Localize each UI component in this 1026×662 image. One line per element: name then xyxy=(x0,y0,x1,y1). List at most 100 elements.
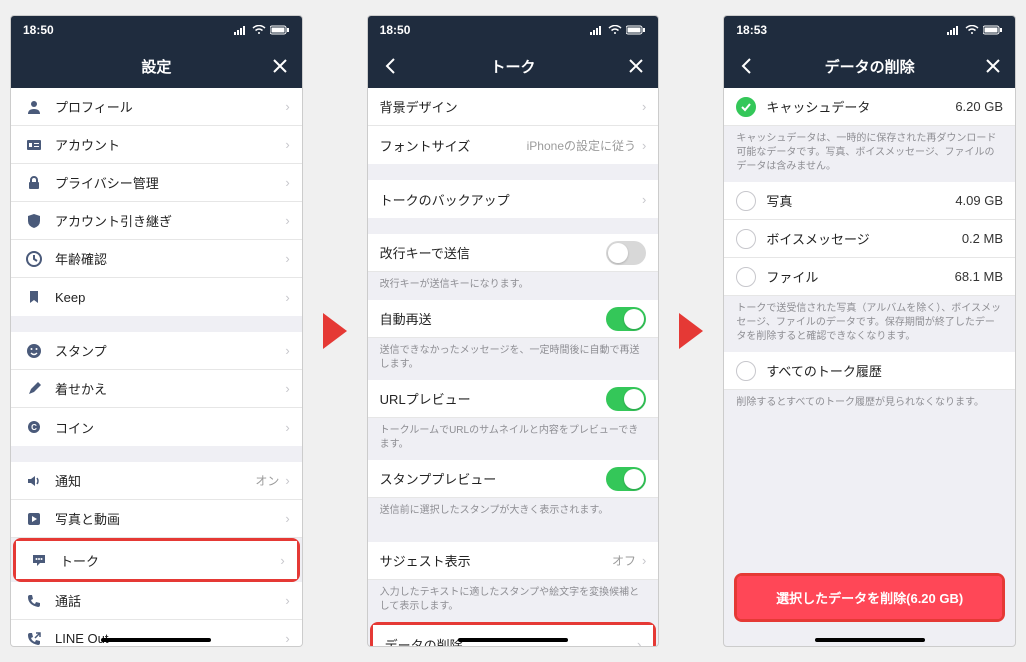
wifi-icon xyxy=(608,25,622,35)
close-icon[interactable] xyxy=(614,44,658,88)
list-item[interactable]: トーク› xyxy=(16,541,297,579)
list-item-label: トーク xyxy=(60,551,280,570)
list-item-label: Keep xyxy=(55,290,285,305)
list-item-label: アカウント xyxy=(55,135,285,154)
chat-icon xyxy=(28,552,50,568)
back-icon[interactable] xyxy=(368,44,412,88)
toggle-auto-resend[interactable] xyxy=(606,307,646,331)
list-item-label: プロフィール xyxy=(55,97,285,116)
chevron-right-icon: › xyxy=(285,290,289,305)
chevron-right-icon: › xyxy=(285,99,289,114)
signal-icon xyxy=(947,25,961,35)
battery-icon xyxy=(270,25,290,35)
desc-all-history: 削除するとすべてのトーク履歴が見られなくなります。 xyxy=(724,390,1015,418)
row-all-history[interactable]: すべてのトーク履歴 xyxy=(724,352,1015,390)
chevron-right-icon: › xyxy=(285,137,289,152)
toggle-url-preview[interactable] xyxy=(606,387,646,411)
list-item[interactable]: 写真と動画› xyxy=(11,500,302,538)
chevron-right-icon: › xyxy=(285,420,289,435)
status-bar: 18:50 xyxy=(11,16,302,44)
chevron-right-icon: › xyxy=(642,138,646,153)
signal-icon xyxy=(590,25,604,35)
coin-icon: C xyxy=(23,419,45,435)
row-backup[interactable]: トークのバックアップ › xyxy=(368,180,659,218)
arrow-right-icon xyxy=(679,313,703,349)
toggle-stamp-preview[interactable] xyxy=(606,467,646,491)
clock: 18:53 xyxy=(736,23,767,37)
list-item[interactable]: アカウント› xyxy=(11,126,302,164)
chevron-right-icon: › xyxy=(285,251,289,266)
row-url-preview[interactable]: URLプレビュー xyxy=(368,380,659,418)
chevron-right-icon: › xyxy=(637,637,641,647)
toggle-enter-send[interactable] xyxy=(606,241,646,265)
list-item[interactable]: 通知オン› xyxy=(11,462,302,500)
wifi-icon xyxy=(252,25,266,35)
row-cache[interactable]: キャッシュデータ 6.20 GB xyxy=(724,88,1015,126)
battery-icon xyxy=(983,25,1003,35)
row-auto-resend[interactable]: 自動再送 xyxy=(368,300,659,338)
chevron-right-icon: › xyxy=(285,175,289,190)
list-item-label: 着せかえ xyxy=(55,379,285,398)
list-item[interactable]: プライバシー管理› xyxy=(11,164,302,202)
list-item[interactable]: プロフィール› xyxy=(11,88,302,126)
age-icon xyxy=(23,251,45,267)
checkbox-cache[interactable] xyxy=(736,97,756,117)
row-suggest[interactable]: サジェスト表示 オフ › xyxy=(368,542,659,580)
list-item[interactable]: Keep› xyxy=(11,278,302,316)
phone-icon xyxy=(23,593,45,609)
desc-url-preview: トークルームでURLのサムネイルと内容をプレビューできます。 xyxy=(368,418,659,460)
navbar: 設定 xyxy=(11,44,302,88)
settings-list[interactable]: プロフィール›アカウント›プライバシー管理›アカウント引き継ぎ›年齢確認›Kee… xyxy=(11,88,302,646)
list-item[interactable]: アカウント引き継ぎ› xyxy=(11,202,302,240)
lock-icon xyxy=(23,175,45,191)
list-item[interactable]: スタンプ› xyxy=(11,332,302,370)
list-item[interactable]: 通話› xyxy=(11,582,302,620)
list-item[interactable]: Cコイン› xyxy=(11,408,302,446)
close-icon[interactable] xyxy=(971,44,1015,88)
checkbox-files[interactable] xyxy=(736,267,756,287)
delete-data-list[interactable]: キャッシュデータ 6.20 GB キャッシュデータは、一時的に保存された再ダウン… xyxy=(724,88,1015,646)
status-bar: 18:50 xyxy=(368,16,659,44)
list-item-label: スタンプ xyxy=(55,341,285,360)
close-icon[interactable] xyxy=(258,44,302,88)
row-photos[interactable]: 写真 4.09 GB xyxy=(724,182,1015,220)
checkbox-all-history[interactable] xyxy=(736,361,756,381)
list-item-label: 写真と動画 xyxy=(55,509,285,528)
list-item[interactable]: 年齢確認› xyxy=(11,240,302,278)
chevron-right-icon: › xyxy=(285,511,289,526)
chevron-right-icon: › xyxy=(642,553,646,568)
user-icon xyxy=(23,99,45,115)
row-enter-send[interactable]: 改行キーで送信 xyxy=(368,234,659,272)
list-item[interactable]: 着せかえ› xyxy=(11,370,302,408)
desc-stamp-preview: 送信前に選択したスタンプが大きく表示されます。 xyxy=(368,498,659,526)
lineout-icon xyxy=(23,631,45,647)
shield-icon xyxy=(23,213,45,229)
list-item-label: プライバシー管理 xyxy=(55,173,285,192)
delete-button[interactable]: 選択したデータを削除(6.20 GB) xyxy=(737,576,1002,619)
row-delete-data[interactable]: データの削除 › xyxy=(373,625,654,646)
desc-suggest: 入力したテキストに適したスタンプや絵文字を変換候補として表示します。 xyxy=(368,580,659,622)
navbar: トーク xyxy=(368,44,659,88)
back-icon[interactable] xyxy=(724,44,768,88)
battery-icon xyxy=(626,25,646,35)
home-indicator xyxy=(815,638,925,642)
screen-delete-data: 18:53 データの削除 キャッシュデータ 6.20 GB キャッシュデータは、… xyxy=(723,15,1016,647)
checkbox-photos[interactable] xyxy=(736,191,756,211)
checkbox-voice[interactable] xyxy=(736,229,756,249)
list-item-label: アカウント引き継ぎ xyxy=(55,211,285,230)
chevron-right-icon: › xyxy=(642,99,646,114)
page-title: データの削除 xyxy=(825,56,915,77)
row-font-size[interactable]: フォントサイズ iPhoneの設定に従う › xyxy=(368,126,659,164)
row-stamp-preview[interactable]: スタンププレビュー xyxy=(368,460,659,498)
row-voice[interactable]: ボイスメッセージ 0.2 MB xyxy=(724,220,1015,258)
bookmark-icon xyxy=(23,289,45,305)
list-item[interactable]: LINE Out› xyxy=(11,620,302,646)
clock: 18:50 xyxy=(380,23,411,37)
talk-settings-list[interactable]: 背景デザイン › フォントサイズ iPhoneの設定に従う › トークのバックア… xyxy=(368,88,659,646)
list-item-label: 通知 xyxy=(55,471,255,490)
chevron-right-icon: › xyxy=(285,381,289,396)
desc-cache: キャッシュデータは、一時的に保存された再ダウンロード可能なデータです。写真、ボイ… xyxy=(724,126,1015,182)
clock: 18:50 xyxy=(23,23,54,37)
row-background-design[interactable]: 背景デザイン › xyxy=(368,88,659,126)
row-files[interactable]: ファイル 68.1 MB xyxy=(724,258,1015,296)
